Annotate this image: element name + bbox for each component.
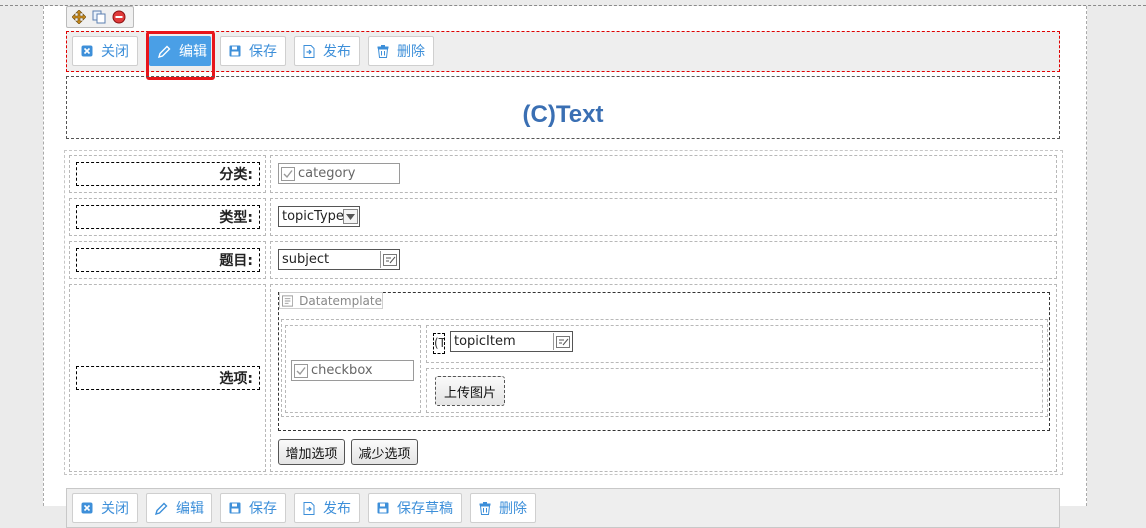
- title-box: (C)Text: [66, 76, 1060, 139]
- page-title: (C)Text: [522, 101, 604, 128]
- publish-label-bottom: 发布: [323, 501, 351, 517]
- remove-icon[interactable]: [111, 9, 127, 25]
- datatemplate-tag[interactable]: Datatemplate: [279, 292, 383, 309]
- topic-type-text: topicType: [282, 209, 344, 224]
- publish-button-bottom[interactable]: 发布: [294, 493, 360, 523]
- type-label: 类型:: [76, 205, 260, 229]
- save-button[interactable]: 保存: [220, 36, 286, 66]
- upload-image-button[interactable]: 上传图片: [435, 376, 505, 406]
- save-draft-button-bottom[interactable]: 保存草稿: [368, 493, 462, 523]
- topic-type-select[interactable]: topicType: [278, 206, 360, 227]
- subject-input[interactable]: subject: [278, 249, 400, 270]
- checkbox-icon: [294, 363, 308, 378]
- prefix-label: (T: [433, 333, 445, 354]
- list-icon: [282, 294, 294, 307]
- edit-text-icon[interactable]: [380, 251, 398, 268]
- edit-label-bottom: 编辑: [176, 501, 204, 517]
- topic-item-text: topicItem: [454, 334, 516, 349]
- category-field[interactable]: category: [278, 163, 400, 184]
- edit-text-icon[interactable]: [553, 333, 571, 350]
- close-button[interactable]: 关闭: [72, 36, 138, 66]
- close-label-bottom: 关闭: [101, 501, 129, 517]
- topic-item-input[interactable]: topicItem: [450, 331, 573, 352]
- close-button-bottom[interactable]: 关闭: [72, 493, 138, 523]
- save-label-bottom: 保存: [249, 501, 277, 517]
- save-button-bottom[interactable]: 保存: [220, 493, 286, 523]
- remove-option-button[interactable]: 减少选项: [351, 439, 418, 465]
- delete-label-bottom: 删除: [499, 501, 527, 517]
- edit-highlight-frame: [146, 31, 215, 80]
- mini-toolbox: [66, 6, 134, 28]
- floppy-icon: [229, 45, 241, 57]
- floppy-icon: [377, 502, 389, 514]
- option-checkbox-field[interactable]: checkbox: [291, 360, 414, 381]
- publish-icon: [303, 44, 315, 58]
- upload-cell: [426, 368, 1043, 413]
- option-checkbox-text: checkbox: [311, 363, 373, 378]
- trash-icon: [377, 44, 389, 58]
- add-option-button[interactable]: 增加选项: [278, 439, 345, 465]
- copy-icon[interactable]: [91, 9, 107, 25]
- delete-label: 删除: [397, 44, 425, 60]
- chevron-down-icon[interactable]: [343, 209, 358, 224]
- close-icon: [81, 45, 93, 57]
- close-label: 关闭: [101, 44, 129, 60]
- category-label: 分类:: [76, 162, 260, 186]
- category-field-text: category: [298, 166, 356, 181]
- delete-button-bottom[interactable]: 删除: [470, 493, 536, 523]
- save-label: 保存: [249, 44, 277, 60]
- publish-button[interactable]: 发布: [294, 36, 360, 66]
- subject-input-text: subject: [282, 252, 330, 267]
- publish-icon: [303, 501, 315, 515]
- delete-button[interactable]: 删除: [368, 36, 434, 66]
- move-icon[interactable]: [71, 9, 87, 25]
- options-label: 选项:: [76, 366, 260, 390]
- checkbox-icon: [281, 166, 295, 181]
- edit-button-bottom[interactable]: 编辑: [146, 493, 212, 523]
- close-icon: [81, 502, 93, 514]
- top-toolbar: 关闭 编辑 保存 发布 删除: [66, 31, 1060, 72]
- datatemplate-text: Datatemplate: [299, 293, 382, 308]
- trash-icon: [479, 501, 491, 515]
- type-value-cell: [270, 198, 1057, 236]
- publish-label: 发布: [323, 44, 351, 60]
- pencil-icon: [155, 502, 168, 515]
- subject-label: 题目:: [76, 248, 260, 272]
- floppy-icon: [229, 502, 241, 514]
- save-draft-label-bottom: 保存草稿: [397, 501, 453, 517]
- bottom-toolbar: 关闭 编辑 保存 发布 保存草稿 删除: [66, 488, 1060, 528]
